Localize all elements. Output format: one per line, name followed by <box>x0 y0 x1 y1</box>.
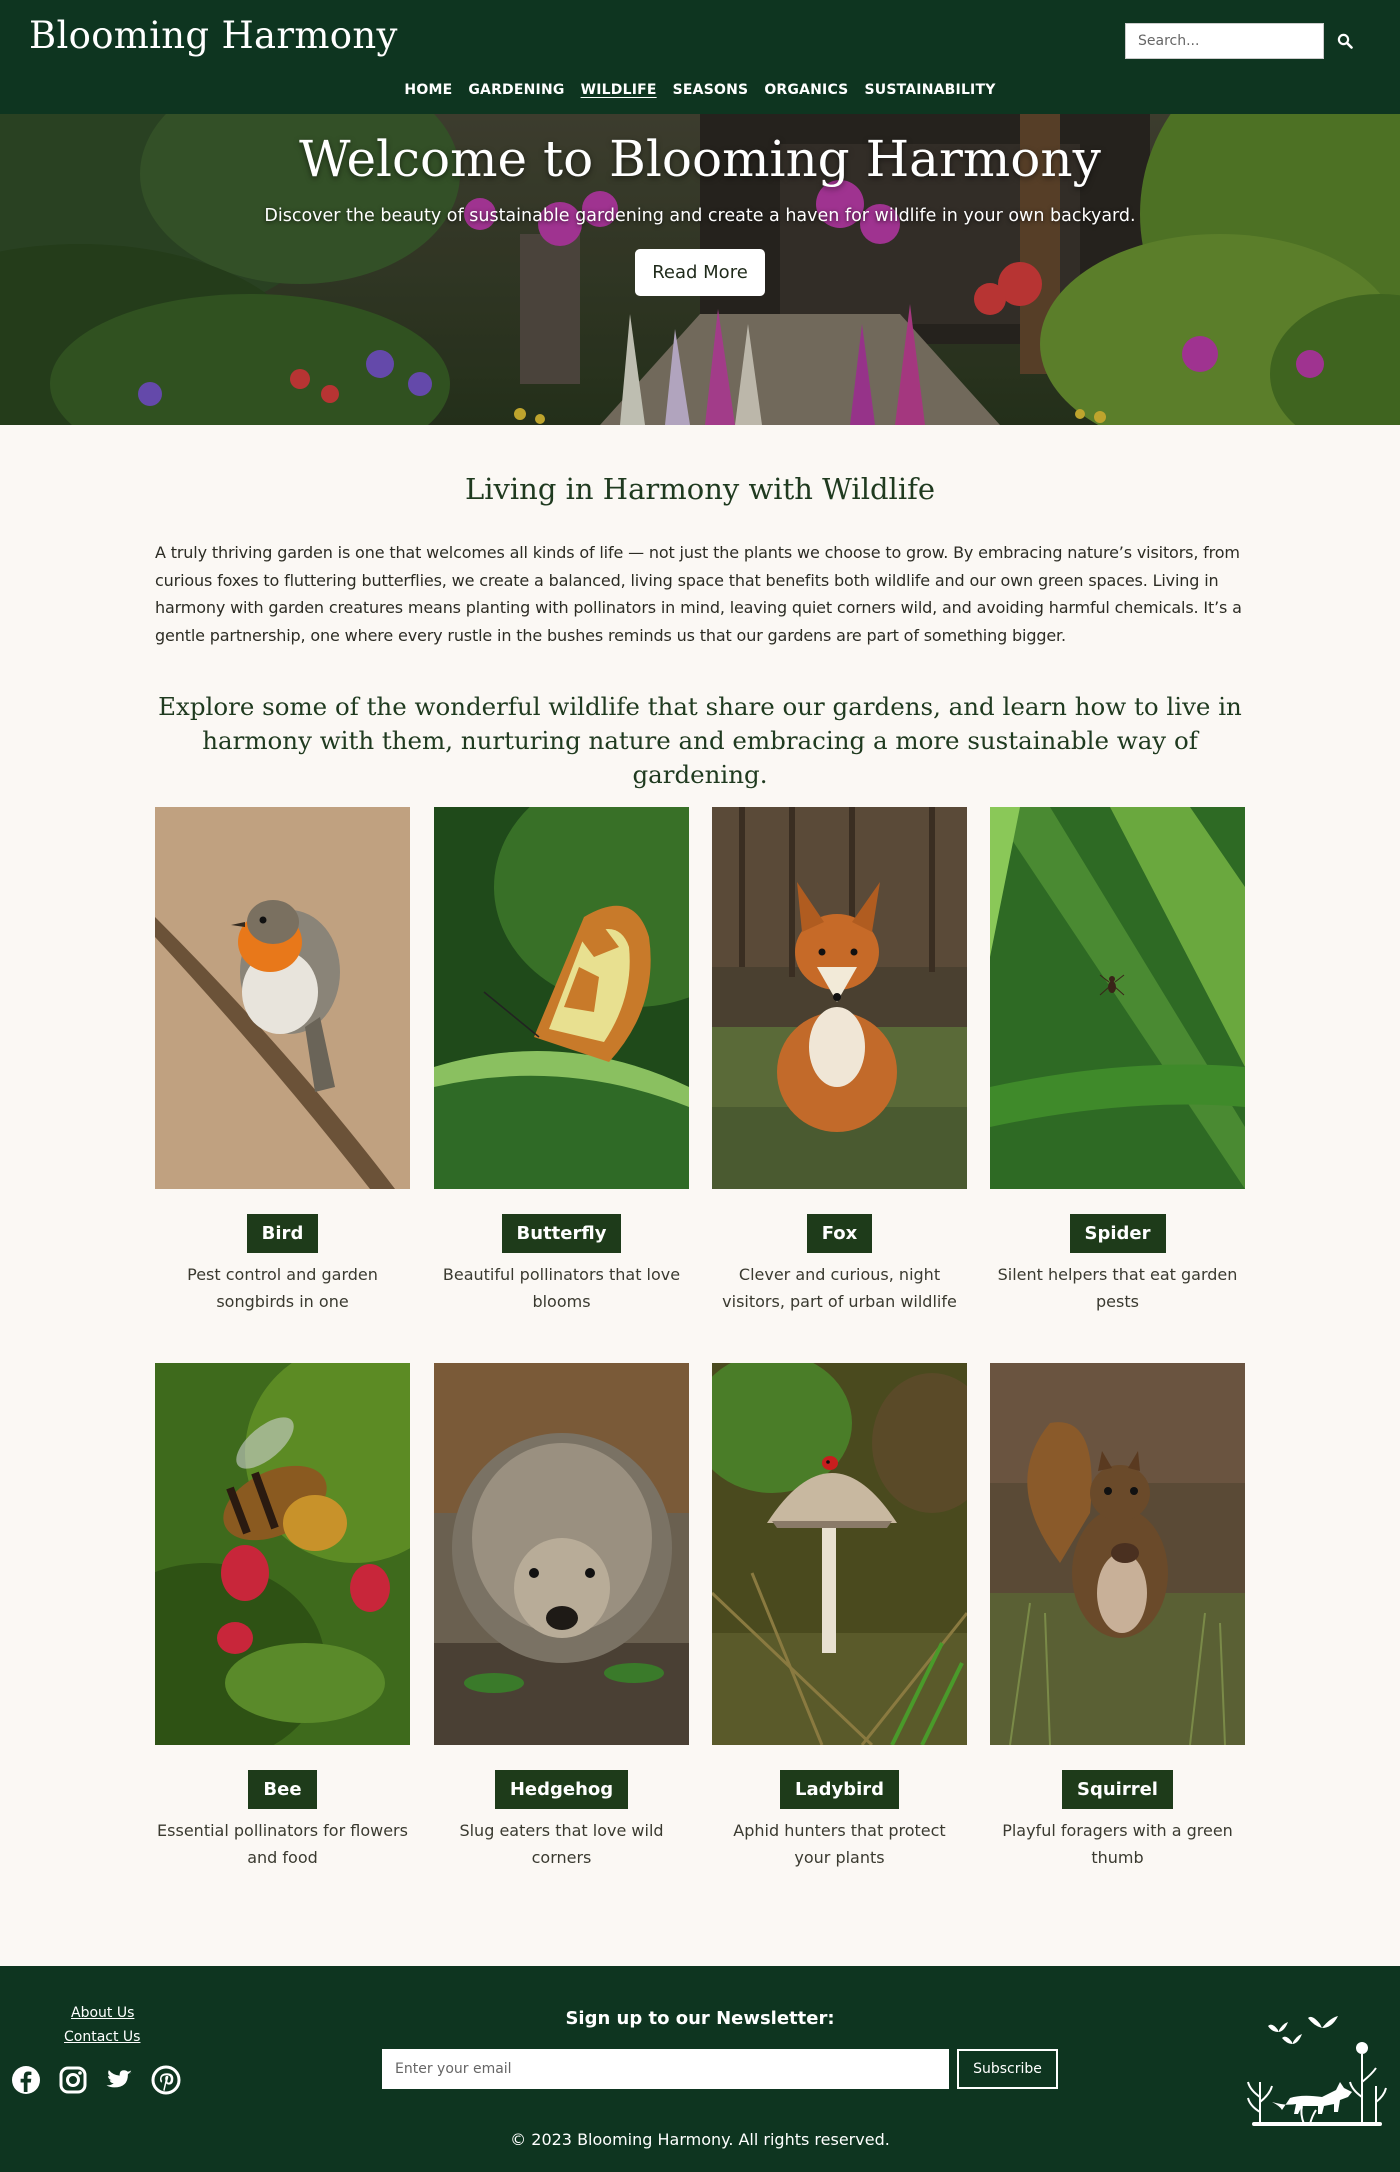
instagram-icon[interactable] <box>57 2064 89 2096</box>
card-description: Aphid hunters that protect your plants <box>733 1821 946 1867</box>
card-label: Fox <box>806 1214 873 1253</box>
hedgehog-photo <box>434 1363 689 1745</box>
card-label: Bee <box>248 1770 317 1809</box>
wildlife-card-spider[interactable]: Spider Silent helpers that eat garden pe… <box>990 807 1245 1315</box>
wildlife-card-hedgehog[interactable]: Hedgehog Slug eaters that love wild corn… <box>434 1363 689 1871</box>
twitter-icon[interactable] <box>103 2064 135 2096</box>
wildlife-card-fox[interactable]: Fox Clever and curious, night visitors, … <box>712 807 967 1315</box>
squirrel-photo <box>990 1363 1245 1745</box>
contact-us-link[interactable]: Contact Us <box>64 2029 140 2045</box>
card-label: Spider <box>1069 1214 1166 1253</box>
read-more-button[interactable]: Read More <box>635 249 765 296</box>
wildlife-card-ladybird[interactable]: Ladybird Aphid hunters that protect your… <box>712 1363 967 1871</box>
bee-photo <box>155 1363 410 1745</box>
nav-item-organics[interactable]: ORGANICS <box>764 82 848 106</box>
site-title[interactable]: Blooming Harmony <box>29 14 398 57</box>
explore-heading: Explore some of the wonderful wildlife t… <box>158 692 1242 789</box>
hero-subtitle: Discover the beauty of sustainable garde… <box>264 206 1136 226</box>
wildlife-card-bird[interactable]: Bird Pest control and garden songbirds i… <box>155 807 410 1315</box>
hero-title: Welcome to Blooming Harmony <box>299 130 1101 188</box>
pinterest-icon[interactable] <box>150 2064 182 2096</box>
copyright-text: © 2023 Blooming Harmony. All rights rese… <box>510 2130 890 2149</box>
facebook-icon[interactable] <box>10 2064 42 2096</box>
card-description: Pest control and garden songbirds in one <box>187 1265 378 1311</box>
newsletter-title: Sign up to our Newsletter: <box>565 2008 835 2029</box>
card-description: Silent helpers that eat garden pests <box>997 1265 1238 1311</box>
card-label: Hedgehog <box>494 1770 629 1809</box>
site-header: Blooming Harmony HOME GARDENING WILDLIFE… <box>0 0 1400 114</box>
card-label: Bird <box>246 1214 319 1253</box>
section-title: Living in Harmony with Wildlife <box>464 472 935 506</box>
email-field[interactable] <box>382 2049 949 2089</box>
card-description: Slug eaters that love wild corners <box>459 1821 664 1867</box>
nav-item-seasons[interactable]: SEASONS <box>673 82 749 106</box>
main-nav: HOME GARDENING WILDLIFE SEASONS ORGANICS… <box>0 82 1400 106</box>
card-description: Clever and curious, night visitors, part… <box>722 1265 957 1311</box>
search-input[interactable] <box>1125 23 1324 59</box>
search-button[interactable] <box>1330 26 1360 56</box>
card-description: Playful foragers with a green thumb <box>1002 1821 1233 1867</box>
intro-paragraph: A truly thriving garden is one that welc… <box>155 543 1242 645</box>
fox-photo <box>712 807 967 1189</box>
spider-photo <box>990 807 1245 1189</box>
card-description: Essential pollinators for flowers and fo… <box>157 1821 408 1867</box>
card-description: Beautiful pollinators that love blooms <box>442 1265 681 1311</box>
card-label: Butterfly <box>501 1214 622 1253</box>
nav-item-wildlife[interactable]: WILDLIFE <box>581 82 657 106</box>
nav-item-gardening[interactable]: GARDENING <box>468 82 564 106</box>
card-label: Ladybird <box>779 1770 900 1809</box>
ladybird-photo <box>712 1363 967 1745</box>
card-label: Squirrel <box>1062 1770 1173 1809</box>
bird-photo <box>155 807 410 1189</box>
butterfly-photo <box>434 807 689 1189</box>
search-icon <box>1337 33 1353 49</box>
nav-item-home[interactable]: HOME <box>404 82 452 106</box>
subscribe-button[interactable]: Subscribe <box>957 2049 1058 2089</box>
wildlife-logo-icon <box>1247 2016 1387 2126</box>
hero-banner: Welcome to Blooming Harmony Discover the… <box>0 114 1400 425</box>
wildlife-card-squirrel[interactable]: Squirrel Playful foragers with a green t… <box>990 1363 1245 1871</box>
nav-item-sustainability[interactable]: SUSTAINABILITY <box>864 82 995 106</box>
wildlife-card-butterfly[interactable]: Butterfly Beautiful pollinators that lov… <box>434 807 689 1315</box>
wildlife-card-bee[interactable]: Bee Essential pollinators for flowers an… <box>155 1363 410 1871</box>
